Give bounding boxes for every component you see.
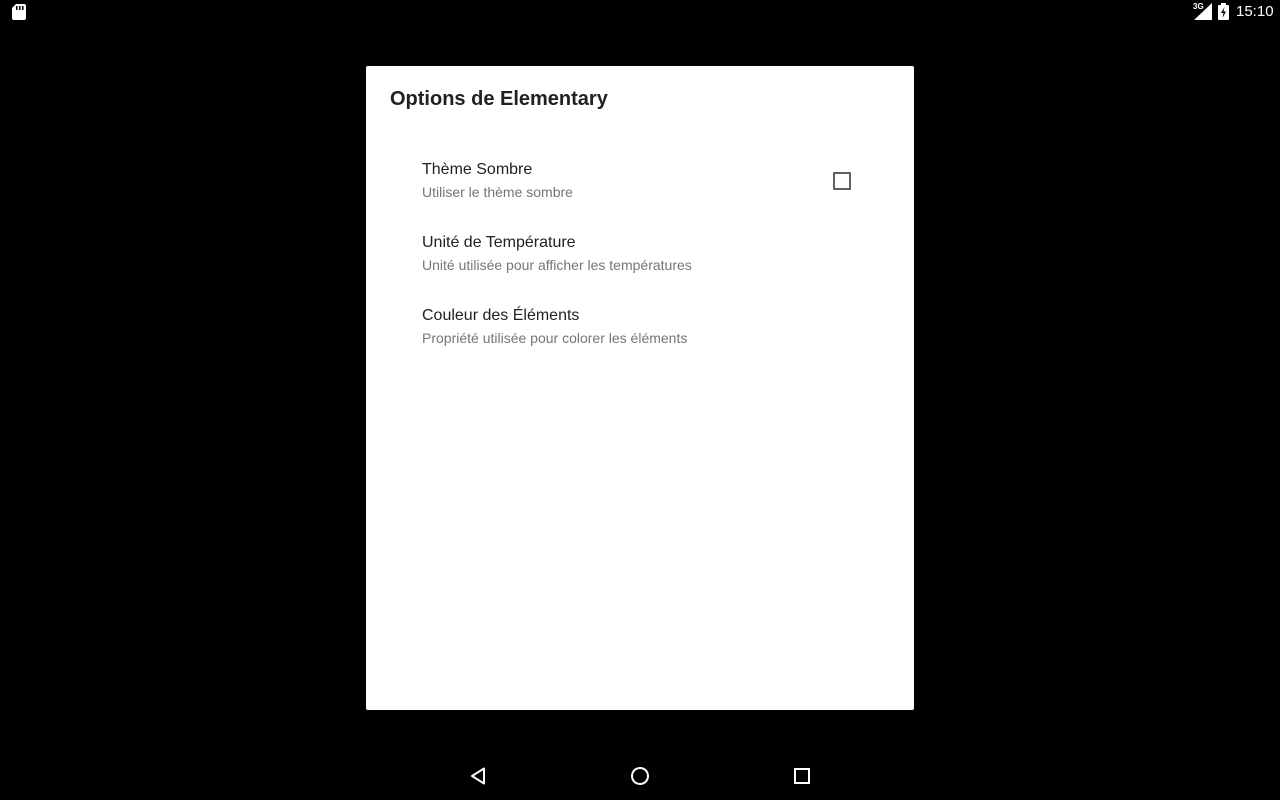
screen: 3G 15:10 Options de Elementary Thème Som…	[0, 0, 1280, 800]
back-icon[interactable]	[466, 764, 490, 788]
preference-summary: Utiliser le thème sombre	[422, 184, 573, 200]
sd-card-icon	[12, 4, 26, 20]
recents-icon[interactable]	[790, 764, 814, 788]
network-type-label: 3G	[1193, 2, 1204, 11]
preference-title: Thème Sombre	[422, 161, 533, 178]
preference-summary: Propriété utilisée pour colorer les élém…	[422, 330, 688, 346]
dark-theme-checkbox[interactable]	[833, 172, 851, 190]
home-icon[interactable]	[628, 764, 652, 788]
navigation-bar	[0, 752, 1280, 800]
preference-dark-theme[interactable]: Thème Sombre Utiliser le thème sombre	[366, 138, 914, 211]
clock: 15:10	[1236, 3, 1274, 20]
battery-charging-icon	[1218, 3, 1229, 20]
status-bar: 3G 15:10	[0, 0, 1280, 24]
preference-title: Unité de Température	[422, 234, 576, 251]
preference-title: Couleur des Éléments	[422, 307, 580, 324]
preference-summary: Unité utilisée pour afficher les tempéra…	[422, 257, 692, 273]
preference-temperature-unit[interactable]: Unité de Température Unité utilisée pour…	[366, 211, 914, 284]
preference-list: Thème Sombre Utiliser le thème sombre Un…	[366, 138, 914, 357]
dialog-title: Options de Elementary	[390, 88, 608, 110]
preference-element-color[interactable]: Couleur des Éléments Propriété utilisée …	[366, 284, 914, 357]
settings-dialog: Options de Elementary Thème Sombre Utili…	[366, 66, 914, 710]
